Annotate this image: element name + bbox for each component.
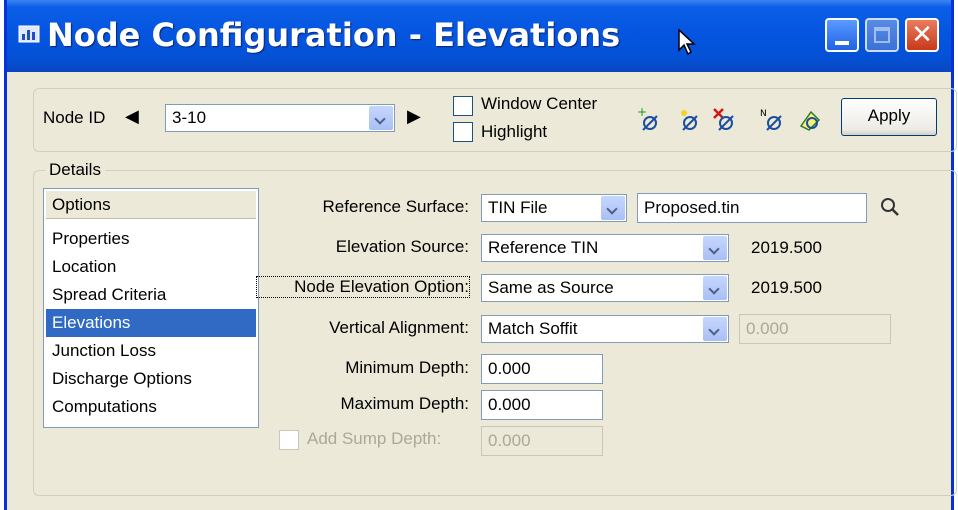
minimize-button[interactable] [825,18,859,52]
svg-text:+: + [637,106,647,119]
options-header: Options [46,191,256,219]
vertical-alignment-dropdown[interactable]: Match Soffit [481,315,729,343]
highlight-label: Highlight [481,122,548,141]
maximum-depth-label: Maximum Depth: [340,394,469,413]
highlight-checkbox[interactable] [453,122,473,142]
list-item[interactable]: Junction Loss [46,337,256,365]
reference-surface-file-field[interactable]: Proposed.tin [637,193,867,223]
elevation-source-dropdown[interactable]: Reference TIN [481,234,729,262]
vertical-alignment-offset-field: 0.000 [739,314,891,344]
title-bar[interactable]: Node Configuration - Elevations ✕ [7,0,951,72]
node-id-value: 3-10 [172,108,207,127]
chevron-down-icon[interactable] [703,236,727,260]
node-id-dropdown[interactable]: 3-10 [165,104,395,132]
elevation-source-result: 2019.500 [751,238,822,257]
add-node-icon[interactable]: + [635,105,663,134]
minimum-depth-label: Minimum Depth: [345,358,469,377]
close-button[interactable]: ✕ [905,18,939,52]
close-icon: ✕ [911,20,933,50]
window-center-label: Window Center [481,94,598,113]
list-item[interactable]: Location [46,253,256,281]
maximize-button[interactable] [865,18,899,52]
details-legend: Details [45,160,105,180]
dialog-window: Node Configuration - Elevations ✕ Node I… [4,0,957,510]
window-center-checkbox[interactable] [453,96,473,116]
node-id-label: Node ID [43,108,106,127]
apply-button[interactable]: Apply [841,98,937,136]
node-elevation-option-value: Same as Source [488,278,614,297]
elevation-source-value: Reference TIN [488,238,599,257]
vertical-alignment-label: Vertical Alignment: [329,318,469,337]
maximize-icon [874,27,890,43]
node-elevation-option-dropdown[interactable]: Same as Source [481,274,729,302]
minimum-depth-field[interactable]: 0.000 [481,354,603,384]
vertical-alignment-value: Match Soffit [488,319,578,338]
highlight-node-icon[interactable] [797,106,825,134]
node-elevation-option-result: 2019.500 [751,278,822,297]
rename-node-icon[interactable]: N [759,106,787,134]
bar-chart-icon [17,22,41,46]
previous-node-icon[interactable]: ◀ [125,106,139,127]
list-item[interactable]: Discharge Options [46,365,256,393]
add-sump-depth-field: 0.000 [481,426,603,456]
mouse-cursor-icon [677,28,697,61]
elevation-source-label: Elevation Source: [335,237,469,256]
next-node-icon[interactable]: ▶ [407,106,421,127]
add-sump-depth-checkbox [279,430,299,450]
reference-surface-type-value: TIN File [488,198,548,217]
node-elevation-option-label: Node Elevation Option: [256,276,470,298]
options-list[interactable]: Options Properties Location Spread Crite… [43,188,259,428]
chevron-down-icon[interactable] [703,276,727,300]
list-item[interactable]: Properties [46,225,256,253]
list-item-selected[interactable]: Elevations [46,309,256,337]
chevron-down-icon[interactable] [703,317,727,341]
maximum-depth-field[interactable]: 0.000 [481,390,603,420]
add-sump-depth-label: Add Sump Depth: [307,429,442,448]
svg-text:N: N [760,109,767,119]
delete-node-icon[interactable] [711,106,739,134]
chevron-down-icon[interactable] [601,196,625,220]
list-item[interactable]: Computations [46,393,256,421]
minimize-icon [835,41,849,45]
reference-surface-type-dropdown[interactable]: TIN File [481,194,627,222]
chevron-down-icon[interactable] [369,106,393,130]
search-icon[interactable] [879,196,901,218]
reference-surface-label: Reference Surface: [322,197,469,216]
select-node-icon[interactable] [675,106,703,134]
list-item[interactable]: Spread Criteria [46,281,256,309]
window-title: Node Configuration - Elevations [47,16,621,54]
